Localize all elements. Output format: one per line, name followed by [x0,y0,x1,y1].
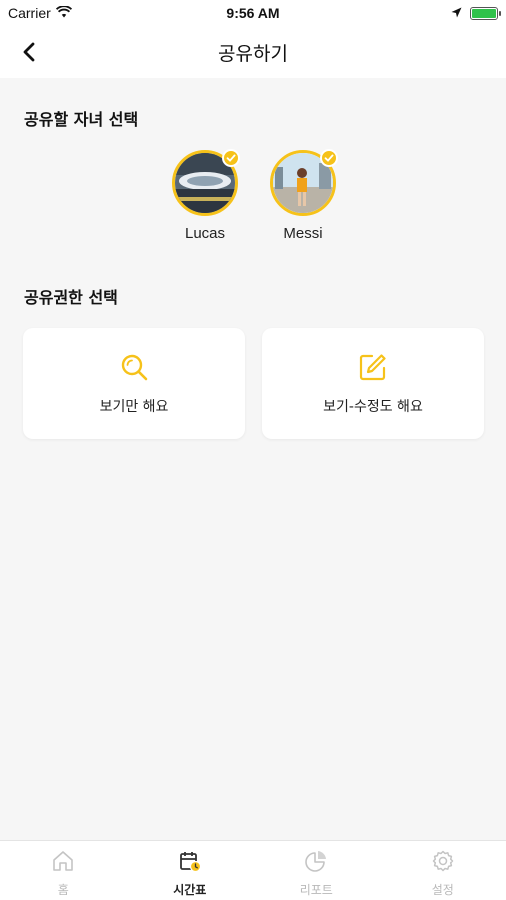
tab-label: 홈 [57,883,69,897]
view-edit-option[interactable]: 보기-수정도 해요 [262,328,484,439]
tab-label: 시간표 [173,883,207,897]
tab-label: 설정 [431,883,454,897]
tab-bar: 홈 시간표 리포트 설정 [0,840,506,900]
child-item-messi[interactable]: Messi [258,149,348,242]
pie-chart-icon [305,851,327,872]
permission-section-title: 공유권한 선택 [24,288,118,307]
battery-icon [470,6,501,20]
status-time: 9:56 AM [226,5,280,21]
selected-check-icon [222,149,240,167]
children-section-title: 공유할 자녀 선택 [24,110,139,129]
location-arrow-icon [451,5,462,21]
tab-timetable[interactable]: 시간표 [127,841,254,900]
status-bar: Carrier 9:56 AM [0,0,506,26]
selected-check-icon [320,149,338,167]
child-name: Messi [283,225,323,242]
nav-bar: 공유하기 [0,26,506,78]
search-icon [121,354,148,381]
calendar-clock-icon [179,852,201,873]
view-only-option[interactable]: 보기만 해요 [23,328,245,439]
edit-icon [359,354,386,381]
page-title: 공유하기 [218,43,288,65]
child-name: Lucas [184,225,226,242]
tab-report[interactable]: 리포트 [253,841,380,900]
child-item-lucas[interactable]: Lucas [160,149,250,242]
tab-home[interactable]: 홈 [0,841,127,900]
option-label: 보기-수정도 해요 [323,399,423,415]
option-label: 보기만 해요 [99,399,169,415]
tab-label: 리포트 [299,883,333,897]
tab-settings[interactable]: 설정 [380,841,506,900]
home-icon [53,851,74,871]
gear-icon [432,850,453,872]
